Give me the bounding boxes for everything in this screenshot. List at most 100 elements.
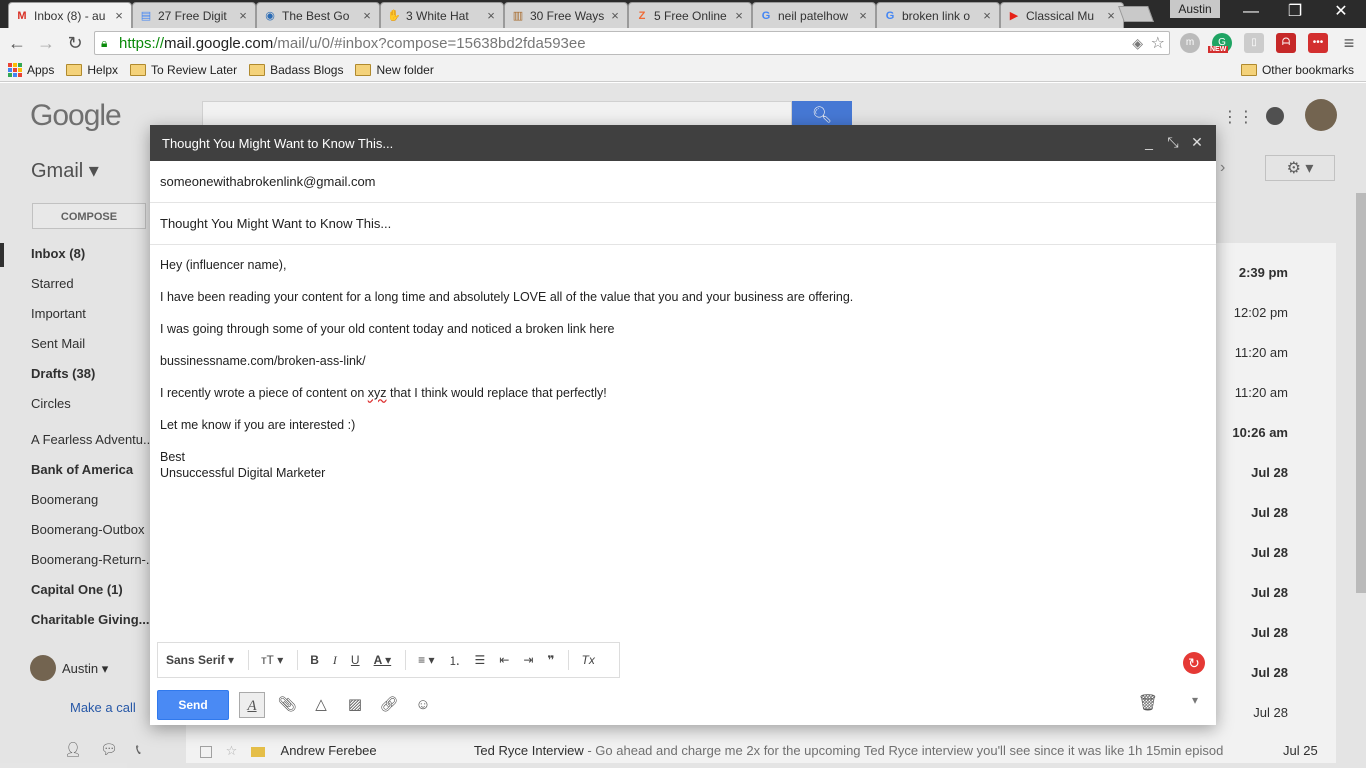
- bulleted-list-icon[interactable]: ☰: [475, 653, 486, 667]
- tab-close-icon[interactable]: ×: [981, 8, 993, 23]
- profile-button[interactable]: Austin: [1170, 0, 1220, 18]
- docs-icon: ▤: [140, 10, 152, 22]
- gmail-icon: M: [17, 9, 27, 22]
- more-options-icon[interactable]: ▾: [1192, 693, 1198, 707]
- compose-window: Thought You Might Want to Know This... _…: [150, 125, 1216, 725]
- compose-title-bar[interactable]: Thought You Might Want to Know This... _…: [150, 125, 1216, 161]
- subject-field[interactable]: Thought You Might Want to Know This...: [150, 203, 1216, 245]
- google-icon: G: [885, 9, 895, 22]
- lastpass-icon[interactable]: •••: [1308, 33, 1328, 53]
- tab-title: Inbox (8) - au: [34, 8, 106, 23]
- send-button[interactable]: Send: [157, 690, 229, 720]
- insert-photo-icon[interactable]: ▨: [343, 692, 367, 718]
- minimize-button[interactable]: —: [1228, 0, 1274, 24]
- quote-icon[interactable]: ❞: [547, 653, 554, 667]
- tab-title: broken link o: [902, 8, 971, 23]
- browser-tab[interactable]: Z 5 Free Online ×: [628, 2, 752, 28]
- tab-close-icon[interactable]: ×: [113, 8, 125, 23]
- message-body[interactable]: Hey (influencer name), I have been readi…: [150, 245, 1216, 493]
- italic-icon[interactable]: I: [333, 653, 337, 668]
- forward-arrow-icon[interactable]: →: [35, 32, 57, 54]
- bookmark-label: To Review Later: [151, 62, 238, 77]
- font-family-select[interactable]: Sans Serif ▾: [166, 653, 234, 667]
- menu-icon[interactable]: ≡: [1338, 32, 1360, 54]
- text-color-icon[interactable]: A ▾: [374, 653, 392, 667]
- tab-title: 3 White Hat: [406, 8, 469, 23]
- align-icon[interactable]: ≡ ▾: [418, 653, 434, 667]
- bookmark-label: Badass Blogs: [270, 62, 344, 77]
- extension-diamond-icon[interactable]: ◈: [1132, 35, 1143, 52]
- numbered-list-icon[interactable]: ⒈: [449, 652, 461, 669]
- browser-tab-strip: M Inbox (8) - au × ▤ 27 Free Digit × ◉ The Best…: [0, 0, 1366, 28]
- font-size-icon[interactable]: тТ ▾: [261, 653, 283, 667]
- boomerang-icon[interactable]: ↻: [1183, 652, 1205, 674]
- other-bookmarks[interactable]: Other bookmarks: [1240, 62, 1354, 77]
- tab-title: The Best Go: [282, 8, 350, 23]
- other-bookmarks-label: Other bookmarks: [1261, 62, 1354, 77]
- discard-draft-icon[interactable]: 🗑︎: [1138, 693, 1158, 713]
- compose-title: Thought You Might Want to Know This...: [162, 135, 394, 151]
- remove-formatting-icon[interactable]: Tx: [581, 653, 594, 667]
- address-bar[interactable]: 🔒︎ https://mail.google.com/mail/u/0/#inb…: [94, 31, 1170, 55]
- bookmark-item[interactable]: Badass Blogs: [249, 63, 343, 77]
- signoff: Best: [160, 450, 186, 464]
- tab-title: Classical Mu: [1026, 8, 1095, 23]
- browser-tab[interactable]: M Inbox (8) - au ×: [8, 2, 132, 28]
- folder-icon: [130, 63, 147, 76]
- m-extension-icon[interactable]: m: [1180, 33, 1200, 53]
- bookmark-item[interactable]: Helpx: [66, 63, 118, 77]
- tab-close-icon[interactable]: ×: [733, 8, 745, 23]
- formatting-options-icon[interactable]: A: [239, 692, 265, 718]
- body-paragraph-2: I was going through some of your old con…: [160, 322, 615, 336]
- tab-close-icon[interactable]: ×: [361, 8, 373, 23]
- browser-tab[interactable]: ▤ 27 Free Digit ×: [132, 2, 256, 28]
- browser-tab[interactable]: ▶ Classical Mu ×: [1000, 2, 1124, 28]
- underline-icon[interactable]: U: [351, 653, 360, 667]
- misspelled-word[interactable]: xyz: [368, 386, 387, 400]
- search-doc-icon: ◉: [265, 10, 275, 22]
- reload-icon[interactable]: ↻: [64, 32, 86, 54]
- pdf-extension-icon[interactable]: ᗩ: [1276, 33, 1296, 53]
- bookmark-item[interactable]: Apps: [8, 62, 54, 77]
- browser-tab[interactable]: Gbroken link o ×: [876, 2, 1000, 28]
- emoji-icon[interactable]: ☺: [411, 692, 435, 718]
- divider: [568, 650, 570, 670]
- tab-close-icon[interactable]: ×: [237, 8, 249, 23]
- formatting-toolbar: Sans Serif ▾ тТ ▾ B I U A ▾ ≡ ▾ ⒈ ☰ ⇤ ⇥ …: [157, 642, 620, 678]
- tab-close-icon[interactable]: ×: [1105, 8, 1117, 23]
- close-window-button[interactable]: ✕: [1318, 0, 1364, 24]
- exit-fullscreen-icon[interactable]: ⤡: [1164, 133, 1182, 151]
- indent-less-icon[interactable]: ⇤: [499, 653, 509, 667]
- browser-tab[interactable]: Gneil patelhow ×: [752, 2, 876, 28]
- new-tab-button[interactable]: [1118, 6, 1154, 22]
- to-field[interactable]: someonewithabrokenlink@gmail.com: [150, 161, 1216, 203]
- drive-icon[interactable]: △: [309, 692, 333, 718]
- clipboard-extension-icon[interactable]: ▯: [1244, 33, 1264, 53]
- divider: [297, 650, 299, 670]
- browser-tab[interactable]: ✋ 3 White Hat ×: [380, 2, 504, 28]
- bookmark-item[interactable]: New folder: [355, 62, 434, 77]
- bookmark-star-icon[interactable]: ☆: [1151, 33, 1165, 53]
- bookmark-item[interactable]: To Review Later: [130, 63, 237, 77]
- minimize-compose-icon[interactable]: _: [1140, 133, 1158, 151]
- indent-more-icon[interactable]: ⇥: [523, 653, 533, 667]
- browser-toolbar: ← → ↻ 🔒︎ https://mail.google.com/mail/u/…: [0, 28, 1366, 58]
- attach-file-icon[interactable]: 📎︎: [275, 692, 299, 718]
- folder-icon: [355, 63, 372, 76]
- url-host: mail.google.com: [164, 34, 274, 52]
- browser-tab[interactable]: ▥ 30 Free Ways ×: [504, 2, 628, 28]
- close-compose-icon[interactable]: ✕: [1188, 133, 1206, 151]
- restore-button[interactable]: ❐: [1272, 0, 1318, 24]
- tab-title: 30 Free Ways: [530, 8, 605, 23]
- tab-close-icon[interactable]: ×: [857, 8, 869, 23]
- browser-tab[interactable]: ◉ The Best Go ×: [256, 2, 380, 28]
- back-arrow-icon[interactable]: ←: [6, 32, 28, 54]
- bookmark-label: New folder: [376, 62, 434, 77]
- body-paragraph-1: I have been reading your content for a l…: [160, 290, 854, 304]
- bold-icon[interactable]: B: [310, 653, 319, 667]
- divider: [248, 650, 250, 670]
- tab-close-icon[interactable]: ×: [485, 8, 497, 23]
- lock-icon: 🔒︎: [101, 36, 108, 50]
- insert-link-icon[interactable]: 🔗︎: [377, 692, 401, 718]
- tab-close-icon[interactable]: ×: [609, 8, 621, 23]
